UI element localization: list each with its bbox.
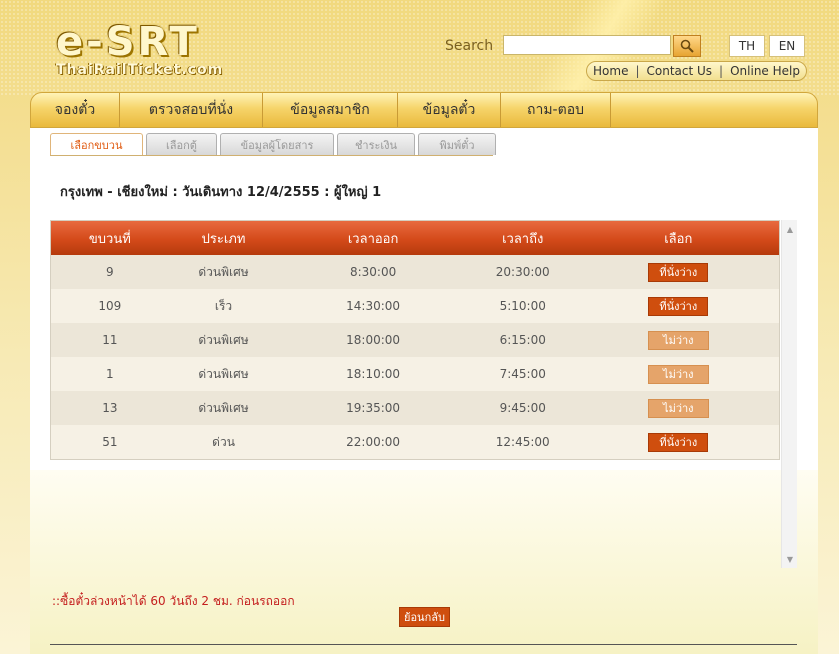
search-label: Search [445,38,494,54]
cell-train-no: 109 [98,299,122,313]
booking-steps: เลือกขบวน เลือกตู้ ข้อมูลผู้โดยสาร ชำระเ… [50,133,496,155]
cell-type: ด่วนพิเศษ [198,400,249,415]
nav-book-ticket[interactable]: จองตั๋ว [31,93,120,127]
home-link[interactable]: Home [593,64,628,78]
table-row: 11 ด่วนพิเศษ 18:00:00 6:15:00 ไม่ว่าง [51,323,779,357]
cell-train-no: 13 [102,401,118,415]
scrollbar[interactable]: ▲ ▼ [781,220,797,568]
lang-th-button[interactable]: TH [729,35,765,57]
cell-select: ที่นั่งว่าง [578,432,779,452]
cell-arrive: 7:45:00 [499,367,546,381]
scroll-up-icon[interactable]: ▲ [782,222,798,236]
train-table: ขบวนที่ ประเภท เวลาออก เวลาถึง เลือก 9 ด่… [50,220,780,460]
nav-member-info[interactable]: ข้อมูลสมาชิก [263,93,398,127]
cell-arrive: 20:30:00 [495,265,550,279]
cell-train-no: 11 [102,333,118,347]
tab-select-train[interactable]: เลือกขบวน [50,133,143,155]
tab-select-coach[interactable]: เลือกตู้ [146,133,217,155]
search-icon [680,39,694,53]
header-type: ประเภท [201,231,246,247]
table-row: 1 ด่วนพิเศษ 18:10:00 7:45:00 ไม่ว่าง [51,357,779,391]
header-select: เลือก [664,231,693,247]
seat-available-button[interactable]: ที่นั่งว่าง [648,432,709,452]
cell-depart: 8:30:00 [349,265,397,279]
lang-en-button[interactable]: EN [769,35,805,57]
site-logo[interactable]: e-SRT ThaiRailTicket.com [56,19,224,78]
tab-passenger-info[interactable]: ข้อมูลผู้โดยสาร [220,133,334,155]
logo-subtitle: ThaiRailTicket.com [56,62,224,78]
nav-ticket-info[interactable]: ข้อมูลตั๋ว [398,93,501,127]
tab-payment[interactable]: ชำระเงิน [337,133,415,155]
cell-depart: 14:30:00 [346,299,401,313]
search-input[interactable] [503,35,671,55]
footer-divider [50,644,797,645]
cell-arrive: 12:45:00 [495,435,550,449]
table-row: 51 ด่วน 22:00:00 12:45:00 ที่นั่งว่าง [51,425,779,459]
main-nav: จองตั๋ว ตรวจสอบที่นั่ง ข้อมูลสมาชิก ข้อม… [30,92,818,128]
online-help-link[interactable]: Online Help [730,64,800,78]
cell-select: ไม่ว่าง [578,330,779,350]
seat-available-button[interactable]: ที่นั่งว่าง [648,296,709,316]
seat-unavailable-button: ไม่ว่าง [648,398,709,418]
nav-check-seats[interactable]: ตรวจสอบที่นั่ง [120,93,263,127]
header-depart: เวลาออก [347,231,399,247]
advance-booking-note: ::ซื้อตั๋วล่วงหน้าได้ 60 วันถึง 2 ชม. ก่… [52,594,295,608]
scroll-down-icon[interactable]: ▼ [782,552,798,566]
nav-faq[interactable]: ถาม-ตอบ [501,93,611,127]
cell-train-no: 51 [102,435,118,449]
cell-arrive: 9:45:00 [499,401,546,415]
cell-depart: 22:00:00 [346,435,401,449]
contact-us-link[interactable]: Contact Us [647,64,713,78]
cell-depart: 18:10:00 [346,367,401,381]
table-row: 9 ด่วนพิเศษ 8:30:00 20:30:00 ที่นั่งว่าง [51,255,779,289]
cell-select: ไม่ว่าง [578,398,779,418]
table-header: ขบวนที่ ประเภท เวลาออก เวลาถึง เลือก [51,221,779,255]
cell-train-no: 1 [106,367,114,381]
top-links: Home | Contact Us | Online Help [586,61,807,81]
cell-type: ด่วนพิเศษ [198,264,249,279]
cell-arrive: 6:15:00 [499,333,546,347]
cell-depart: 18:00:00 [346,333,401,347]
separator: | [635,64,640,78]
cell-type: ด่วนพิเศษ [198,332,249,347]
seat-unavailable-button: ไม่ว่าง [648,330,709,350]
cell-train-no: 9 [106,265,114,279]
cell-select: ที่นั่งว่าง [578,296,779,316]
cell-type: ด่วน [212,434,235,449]
seat-available-button[interactable]: ที่นั่งว่าง [648,262,709,282]
table-row: 13 ด่วนพิเศษ 19:35:00 9:45:00 ไม่ว่าง [51,391,779,425]
tab-print-ticket[interactable]: พิมพ์ตั๋ว [418,133,496,155]
cell-type: ด่วนพิเศษ [198,366,249,381]
trip-summary: กรุงเทพ - เชียงใหม่ : วันเดินทาง 12/4/25… [60,185,382,200]
search-button[interactable] [673,35,701,57]
cell-depart: 19:35:00 [346,401,401,415]
cell-select: ที่นั่งว่าง [578,262,779,282]
separator: | [719,64,724,78]
logo-title: e-SRT [56,19,200,65]
cell-arrive: 5:10:00 [499,299,546,313]
cell-type: เร็ว [214,298,233,313]
tab-underline [50,155,493,156]
table-row: 109 เร็ว 14:30:00 5:10:00 ที่นั่งว่าง [51,289,779,323]
seat-unavailable-button: ไม่ว่าง [648,364,709,384]
header-train-no: ขบวนที่ [88,231,131,247]
back-button[interactable]: ย้อนกลับ [399,607,450,627]
cell-select: ไม่ว่าง [578,364,779,384]
header-arrive: เวลาถึง [502,231,544,247]
